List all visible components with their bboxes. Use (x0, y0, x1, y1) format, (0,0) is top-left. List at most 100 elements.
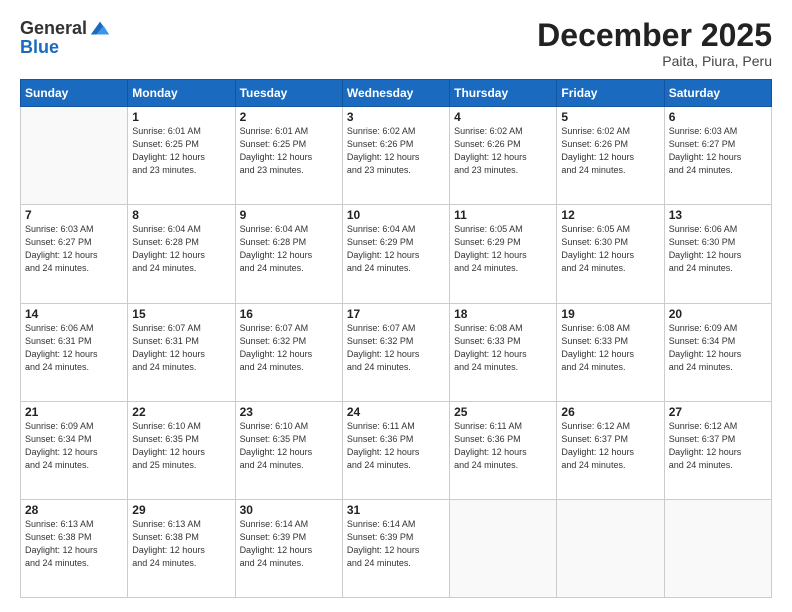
day-number: 12 (561, 208, 659, 222)
day-info: Sunrise: 6:13 AMSunset: 6:38 PMDaylight:… (25, 518, 123, 570)
day-number: 30 (240, 503, 338, 517)
sunrise-text: Sunrise: 6:02 AM (347, 126, 416, 136)
daylight-text-2: and 24 minutes. (240, 362, 304, 372)
sunrise-text: Sunrise: 6:06 AM (25, 323, 94, 333)
calendar-cell-w4-d4: 24Sunrise: 6:11 AMSunset: 6:36 PMDayligh… (342, 401, 449, 499)
sunset-text: Sunset: 6:39 PM (240, 532, 307, 542)
sunrise-text: Sunrise: 6:02 AM (454, 126, 523, 136)
daylight-text-2: and 24 minutes. (669, 362, 733, 372)
sunrise-text: Sunrise: 6:12 AM (669, 421, 738, 431)
header-thursday: Thursday (450, 80, 557, 107)
sunset-text: Sunset: 6:27 PM (669, 139, 736, 149)
sunset-text: Sunset: 6:36 PM (454, 434, 521, 444)
day-number: 13 (669, 208, 767, 222)
calendar-cell-w5-d6 (557, 499, 664, 597)
daylight-text-2: and 24 minutes. (561, 362, 625, 372)
logo-blue-text: Blue (20, 38, 59, 58)
calendar-cell-w2-d2: 8Sunrise: 6:04 AMSunset: 6:28 PMDaylight… (128, 205, 235, 303)
daylight-text: Daylight: 12 hours (669, 349, 742, 359)
daylight-text-2: and 24 minutes. (347, 460, 411, 470)
header-tuesday: Tuesday (235, 80, 342, 107)
week-row-5: 28Sunrise: 6:13 AMSunset: 6:38 PMDayligh… (21, 499, 772, 597)
calendar-cell-w2-d4: 10Sunrise: 6:04 AMSunset: 6:29 PMDayligh… (342, 205, 449, 303)
daylight-text: Daylight: 12 hours (669, 447, 742, 457)
sunrise-text: Sunrise: 6:08 AM (561, 323, 630, 333)
daylight-text: Daylight: 12 hours (240, 152, 313, 162)
sunrise-text: Sunrise: 6:07 AM (132, 323, 201, 333)
day-info: Sunrise: 6:14 AMSunset: 6:39 PMDaylight:… (347, 518, 445, 570)
day-number: 14 (25, 307, 123, 321)
daylight-text-2: and 24 minutes. (132, 558, 196, 568)
sunset-text: Sunset: 6:34 PM (25, 434, 92, 444)
header-monday: Monday (128, 80, 235, 107)
sunset-text: Sunset: 6:35 PM (240, 434, 307, 444)
sunset-text: Sunset: 6:29 PM (347, 237, 414, 247)
daylight-text: Daylight: 12 hours (25, 349, 98, 359)
daylight-text-2: and 24 minutes. (25, 460, 89, 470)
sunset-text: Sunset: 6:33 PM (454, 336, 521, 346)
calendar-cell-w5-d1: 28Sunrise: 6:13 AMSunset: 6:38 PMDayligh… (21, 499, 128, 597)
day-number: 20 (669, 307, 767, 321)
day-number: 31 (347, 503, 445, 517)
daylight-text-2: and 23 minutes. (240, 165, 304, 175)
sunset-text: Sunset: 6:31 PM (25, 336, 92, 346)
sunrise-text: Sunrise: 6:02 AM (561, 126, 630, 136)
sunrise-text: Sunrise: 6:09 AM (669, 323, 738, 333)
sunrise-text: Sunrise: 6:07 AM (347, 323, 416, 333)
sunset-text: Sunset: 6:34 PM (669, 336, 736, 346)
sunset-text: Sunset: 6:25 PM (132, 139, 199, 149)
day-number: 15 (132, 307, 230, 321)
daylight-text: Daylight: 12 hours (240, 545, 313, 555)
day-info: Sunrise: 6:07 AMSunset: 6:32 PMDaylight:… (347, 322, 445, 374)
calendar-cell-w1-d3: 2Sunrise: 6:01 AMSunset: 6:25 PMDaylight… (235, 107, 342, 205)
sunrise-text: Sunrise: 6:01 AM (240, 126, 309, 136)
week-row-2: 7Sunrise: 6:03 AMSunset: 6:27 PMDaylight… (21, 205, 772, 303)
day-number: 3 (347, 110, 445, 124)
sunrise-text: Sunrise: 6:05 AM (561, 224, 630, 234)
day-number: 23 (240, 405, 338, 419)
calendar-cell-w1-d2: 1Sunrise: 6:01 AMSunset: 6:25 PMDaylight… (128, 107, 235, 205)
calendar-cell-w1-d5: 4Sunrise: 6:02 AMSunset: 6:26 PMDaylight… (450, 107, 557, 205)
daylight-text: Daylight: 12 hours (240, 447, 313, 457)
day-number: 25 (454, 405, 552, 419)
day-info: Sunrise: 6:08 AMSunset: 6:33 PMDaylight:… (454, 322, 552, 374)
day-number: 26 (561, 405, 659, 419)
sunset-text: Sunset: 6:26 PM (561, 139, 628, 149)
week-row-4: 21Sunrise: 6:09 AMSunset: 6:34 PMDayligh… (21, 401, 772, 499)
sunrise-text: Sunrise: 6:12 AM (561, 421, 630, 431)
calendar-cell-w3-d6: 19Sunrise: 6:08 AMSunset: 6:33 PMDayligh… (557, 303, 664, 401)
sunrise-text: Sunrise: 6:04 AM (347, 224, 416, 234)
calendar-cell-w2-d6: 12Sunrise: 6:05 AMSunset: 6:30 PMDayligh… (557, 205, 664, 303)
sunset-text: Sunset: 6:36 PM (347, 434, 414, 444)
day-number: 29 (132, 503, 230, 517)
daylight-text: Daylight: 12 hours (132, 152, 205, 162)
sunset-text: Sunset: 6:33 PM (561, 336, 628, 346)
day-info: Sunrise: 6:10 AMSunset: 6:35 PMDaylight:… (132, 420, 230, 472)
sunrise-text: Sunrise: 6:07 AM (240, 323, 309, 333)
sunset-text: Sunset: 6:32 PM (240, 336, 307, 346)
sunrise-text: Sunrise: 6:08 AM (454, 323, 523, 333)
month-title: December 2025 (537, 18, 772, 53)
daylight-text-2: and 24 minutes. (669, 165, 733, 175)
daylight-text-2: and 24 minutes. (561, 165, 625, 175)
sunset-text: Sunset: 6:30 PM (669, 237, 736, 247)
page: General Blue December 2025 Paita, Piura,… (0, 0, 792, 612)
day-number: 24 (347, 405, 445, 419)
day-number: 7 (25, 208, 123, 222)
sunrise-text: Sunrise: 6:01 AM (132, 126, 201, 136)
week-row-1: 1Sunrise: 6:01 AMSunset: 6:25 PMDaylight… (21, 107, 772, 205)
day-info: Sunrise: 6:04 AMSunset: 6:29 PMDaylight:… (347, 223, 445, 275)
sunset-text: Sunset: 6:32 PM (347, 336, 414, 346)
sunset-text: Sunset: 6:38 PM (25, 532, 92, 542)
day-info: Sunrise: 6:05 AMSunset: 6:29 PMDaylight:… (454, 223, 552, 275)
sunset-text: Sunset: 6:37 PM (561, 434, 628, 444)
day-info: Sunrise: 6:01 AMSunset: 6:25 PMDaylight:… (240, 125, 338, 177)
day-info: Sunrise: 6:01 AM Sunset: 6:25 PM Daylight:… (132, 125, 230, 177)
header-wednesday: Wednesday (342, 80, 449, 107)
calendar-cell-w5-d3: 30Sunrise: 6:14 AMSunset: 6:39 PMDayligh… (235, 499, 342, 597)
calendar-cell-w2-d7: 13Sunrise: 6:06 AMSunset: 6:30 PMDayligh… (664, 205, 771, 303)
sunset-text: Sunset: 6:35 PM (132, 434, 199, 444)
daylight-text-2: and 24 minutes. (561, 460, 625, 470)
sunrise-text: Sunrise: 6:06 AM (669, 224, 738, 234)
calendar-cell-w4-d1: 21Sunrise: 6:09 AMSunset: 6:34 PMDayligh… (21, 401, 128, 499)
